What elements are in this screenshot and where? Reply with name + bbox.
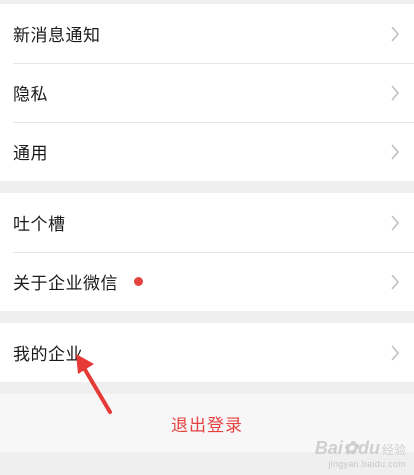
row-label-privacy: 隐私 — [13, 85, 48, 105]
row-label-about: 关于企业微信 — [13, 274, 118, 294]
watermark-jingyan: 经验 — [381, 443, 406, 457]
baidu-jingyan-watermark: Bai✿du 经验 jingyan.baidu.com — [315, 439, 406, 469]
chevron-right-icon — [391, 215, 399, 230]
watermark-brand-tail: du — [357, 438, 380, 458]
chevron-right-icon — [391, 274, 399, 289]
row-label-my-enterprise: 我的企业 — [13, 345, 83, 365]
settings-group-3: 我的企业 — [0, 323, 414, 382]
settings-row-about[interactable]: 关于企业微信 — [0, 252, 414, 311]
logout-label: 退出登录 — [171, 415, 243, 436]
chevron-right-icon — [391, 26, 399, 41]
chevron-right-icon — [391, 85, 399, 100]
settings-row-my-enterprise[interactable]: 我的企业 — [0, 323, 414, 382]
group-spacer — [0, 311, 414, 323]
chevron-right-icon — [391, 144, 399, 159]
settings-group-2: 吐个槽 关于企业微信 — [0, 193, 414, 311]
group-spacer — [0, 382, 414, 394]
chevron-right-icon — [391, 345, 399, 360]
row-label-general: 通用 — [13, 144, 48, 164]
settings-row-general[interactable]: 通用 — [0, 122, 414, 181]
settings-row-notifications[interactable]: 新消息通知 — [0, 4, 414, 63]
row-label-feedback: 吐个槽 — [13, 215, 66, 235]
group-spacer — [0, 181, 414, 193]
watermark-brand: Bai — [314, 438, 343, 458]
paw-icon: ✿ — [342, 438, 358, 458]
row-label-notifications: 新消息通知 — [13, 26, 101, 46]
new-badge-dot — [134, 277, 143, 286]
watermark-url: jingyan.baidu.com — [328, 459, 406, 469]
settings-group-1: 新消息通知 隐私 通用 — [0, 4, 414, 181]
watermark-logo: Bai✿du 经验 — [315, 439, 406, 457]
settings-row-feedback[interactable]: 吐个槽 — [0, 193, 414, 252]
settings-row-privacy[interactable]: 隐私 — [0, 63, 414, 122]
